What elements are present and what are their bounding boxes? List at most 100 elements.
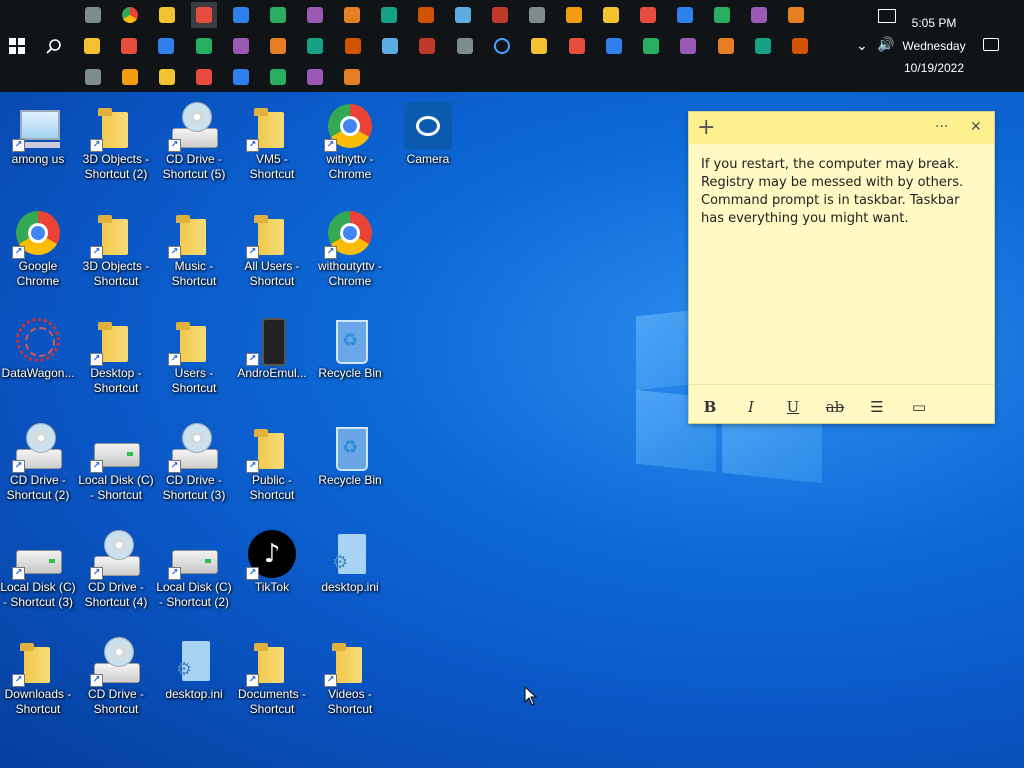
folder-icon: ↗ [12, 637, 62, 687]
network-icon[interactable] [878, 9, 896, 23]
desktop-icon[interactable]: ↗ withyttv - Chrome [312, 98, 388, 198]
terminal-taskbar-button[interactable] [154, 64, 180, 90]
desktop-icon[interactable]: Recycle Bin [312, 312, 388, 412]
settings-taskbar-button[interactable] [228, 2, 254, 28]
desktop-icon[interactable]: DataWagon... [0, 312, 76, 412]
powershell-taskbar-button[interactable] [80, 64, 106, 90]
media-player-taskbar-button[interactable] [672, 2, 698, 28]
desktop-icon[interactable]: ↗ withoutyttv - Chrome [312, 205, 388, 305]
store-taskbar-button[interactable] [561, 2, 587, 28]
sticky-notes-taskbar-button[interactable] [191, 2, 217, 28]
ie-taskbar-button[interactable] [302, 2, 328, 28]
notepad-taskbar-button[interactable] [376, 2, 402, 28]
desktop-icon[interactable]: desktop.ini [312, 526, 388, 626]
desktop-icon[interactable]: ↗ AndroEmul... [234, 312, 310, 412]
note-text[interactable]: If you restart, the computer may break. … [701, 156, 983, 228]
firefox-taskbar-button[interactable] [601, 33, 627, 59]
office-taskbar-button[interactable] [79, 33, 105, 59]
paint-taskbar-button[interactable] [413, 2, 439, 28]
underline-button[interactable]: U [781, 395, 805, 419]
bullet-list-button[interactable]: ☰ [865, 395, 889, 419]
cmd-taskbar-button[interactable] [414, 33, 440, 59]
desktop-icon[interactable]: desktop.ini [156, 633, 232, 733]
chrome-taskbar-button[interactable] [117, 2, 143, 28]
italic-button[interactable]: I [739, 395, 763, 419]
insert-image-button[interactable]: ▭ [907, 395, 931, 419]
desktop-icon[interactable]: ♪ ↗ TikTok [234, 526, 310, 626]
chevron-up-icon[interactable]: ⌄ [856, 38, 868, 54]
desktop-icon[interactable]: ↗ Documents - Shortcut [234, 633, 310, 733]
start-taskbar-button[interactable] [4, 33, 30, 59]
strikethrough-button[interactable]: ab [823, 395, 847, 419]
snip-taskbar-button[interactable] [487, 2, 513, 28]
clipboard-taskbar-button[interactable] [675, 33, 701, 59]
photos-taskbar-button[interactable] [154, 2, 180, 28]
drive-taskbar-button[interactable] [116, 33, 142, 59]
desktop-icon[interactable]: ↗ CD Drive - Shortcut (5) [156, 98, 232, 198]
desktop-icon[interactable]: ↗ 3D Objects - Shortcut (2) [78, 98, 154, 198]
volume-icon[interactable]: 🔊 [877, 37, 894, 53]
desktop-icon[interactable]: ↗ CD Drive - Shortcut (3) [156, 419, 232, 519]
notification-icon[interactable] [983, 38, 999, 51]
remote-desktop-taskbar-button[interactable] [450, 2, 476, 28]
camera-taskbar-button[interactable] [564, 33, 590, 59]
word-taskbar-button[interactable] [709, 2, 735, 28]
desktop-icon[interactable]: ↗ 3D Objects - Shortcut [78, 205, 154, 305]
desktop-icon[interactable]: ↗ VM5 - Shortcut [234, 98, 310, 198]
draw-taskbar-button[interactable] [339, 2, 365, 28]
desktop-icon[interactable]: ↗ among us [0, 98, 76, 198]
monitor-taskbar-button[interactable] [452, 33, 478, 59]
desktop-icon[interactable]: ↗ All Users - Shortcut [234, 205, 310, 305]
desktop-icon[interactable]: Recycle Bin [312, 419, 388, 519]
weather-taskbar-button[interactable] [524, 2, 550, 28]
desktop-icon[interactable]: ↗ Downloads - Shortcut [0, 633, 76, 733]
calculator-taskbar-button[interactable] [526, 33, 552, 59]
bold-button[interactable]: B [698, 395, 722, 419]
desktop-icon[interactable]: ↗ Local Disk (C) - Shortcut (2) [156, 526, 232, 626]
desktop-icon[interactable]: ↗ Music - Shortcut [156, 205, 232, 305]
cortana-taskbar-button[interactable] [746, 2, 772, 28]
powershell-ise-taskbar-button[interactable] [117, 64, 143, 90]
tiktok-taskbar-button[interactable] [302, 64, 328, 90]
desktop-icon[interactable]: ↗ Videos - Shortcut [312, 633, 388, 733]
close-note-button[interactable]: ✕ [970, 119, 982, 135]
note-menu-button[interactable]: ··· [935, 119, 948, 135]
battery-taskbar-button[interactable] [787, 33, 813, 59]
store-grid-taskbar-button[interactable] [228, 64, 254, 90]
desktop-icon[interactable]: ↗ Public - Shortcut [234, 419, 310, 519]
search-taskbar-button[interactable] [41, 33, 67, 59]
calendar-taskbar-button[interactable] [598, 2, 624, 28]
gear-taskbar-button[interactable] [713, 33, 739, 59]
desktop-icon[interactable]: ↗ Local Disk (C) - Shortcut (3) [0, 526, 76, 626]
desktop-icon[interactable]: ↗ Users - Shortcut [156, 312, 232, 412]
task-taskbar-button[interactable] [228, 33, 254, 59]
add-note-button[interactable]: + [697, 115, 715, 140]
notebook-taskbar-button[interactable] [153, 33, 179, 59]
desktop-icon[interactable]: Camera [390, 98, 466, 198]
clock-date[interactable]: 10/19/2022 [898, 61, 970, 75]
circle-taskbar-button[interactable] [489, 33, 515, 59]
edge-taskbar-button[interactable] [638, 33, 664, 59]
file-explorer-taskbar-button[interactable] [80, 2, 106, 28]
clock-day[interactable]: Wednesday [898, 39, 970, 53]
magnifier-taskbar-button[interactable] [191, 33, 217, 59]
desktop-icon[interactable]: ↗ Desktop - Shortcut [78, 312, 154, 412]
desktop-icon[interactable]: ↗ CD Drive - Shortcut (4) [78, 526, 154, 626]
desktop-icon[interactable]: ↗ Local Disk (C) - Shortcut [78, 419, 154, 519]
powershell-x86-taskbar-button[interactable] [191, 64, 217, 90]
keyboard-taskbar-button[interactable] [302, 33, 328, 59]
desktop-icon[interactable]: ↗ CD Drive - Shortcut (2) [0, 419, 76, 519]
network-taskbar-button[interactable] [783, 2, 809, 28]
desktop-icon[interactable]: ↗ Google Chrome [0, 205, 76, 305]
clock-time[interactable]: 5:05 PM [900, 16, 968, 30]
shield-taskbar-button[interactable] [750, 33, 776, 59]
roblox-taskbar-button[interactable] [339, 64, 365, 90]
printer-taskbar-button[interactable] [377, 33, 403, 59]
print-taskbar-button[interactable] [635, 2, 661, 28]
scanner-taskbar-button[interactable] [265, 33, 291, 59]
paint3d-taskbar-button[interactable] [265, 2, 291, 28]
teams-taskbar-button[interactable] [265, 64, 291, 90]
clock-taskbar-button[interactable] [340, 33, 366, 59]
sticky-note[interactable]: + ··· ✕ If you restart, the computer may… [689, 112, 994, 423]
desktop-icon[interactable]: ↗ CD Drive - Shortcut [78, 633, 154, 733]
